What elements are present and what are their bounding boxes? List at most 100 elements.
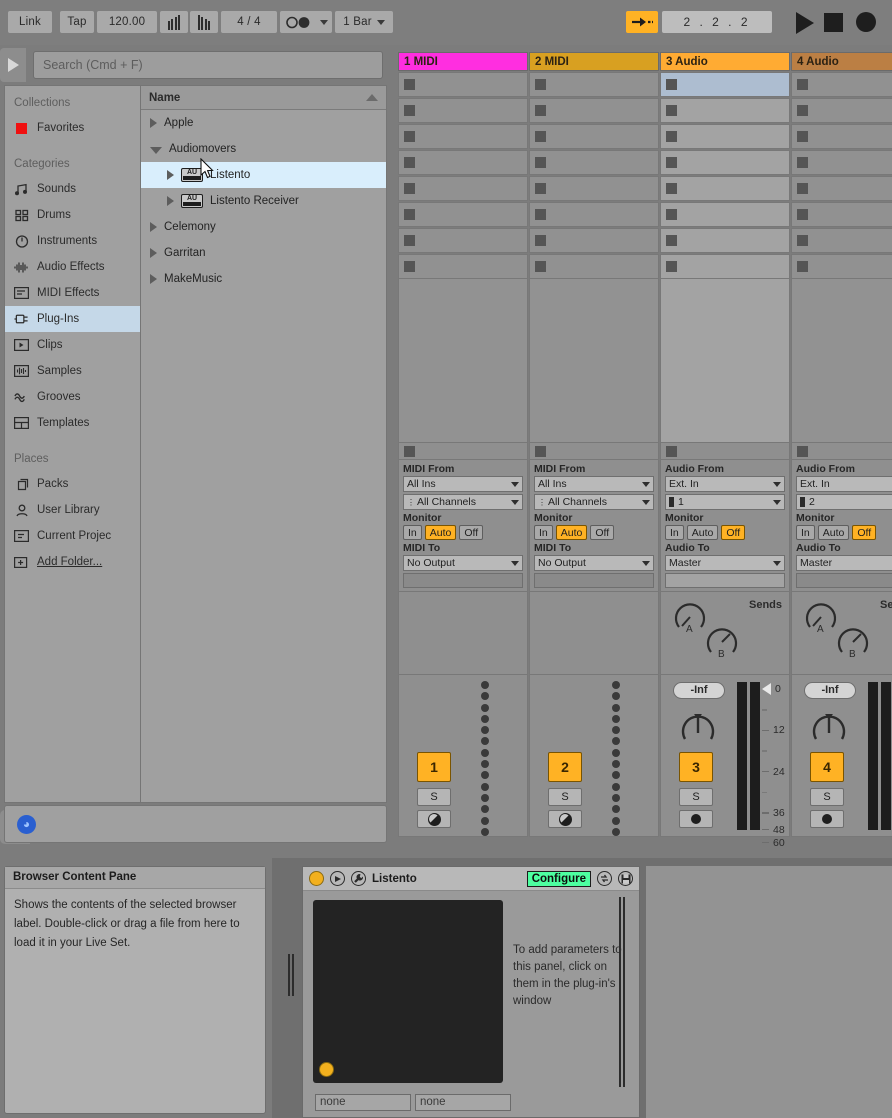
clip-slot[interactable]: [660, 124, 790, 149]
input-channel-select[interactable]: ⋮ All Channels: [403, 494, 523, 510]
stop-button[interactable]: [824, 13, 843, 32]
track-name-2[interactable]: 2 MIDI: [529, 52, 659, 71]
disclosure-triangle-icon[interactable]: [167, 196, 174, 206]
track-stop-button[interactable]: [398, 442, 528, 460]
monitor-auto-button[interactable]: Auto: [555, 525, 588, 540]
browser-toggle-button[interactable]: [0, 48, 26, 82]
clip-slot[interactable]: [529, 124, 659, 149]
clip-slot[interactable]: [398, 202, 528, 227]
clip-slot[interactable]: [660, 176, 790, 201]
track-activator-button[interactable]: 2: [548, 752, 582, 782]
monitor-in-button[interactable]: In: [534, 525, 553, 540]
output-type-select[interactable]: No Output: [534, 555, 654, 571]
monitor-auto-button[interactable]: Auto: [424, 525, 457, 540]
solo-button[interactable]: S: [679, 788, 713, 806]
clip-slot[interactable]: [791, 228, 892, 253]
clip-slot[interactable]: [529, 150, 659, 175]
sidebar-item-plug-ins[interactable]: Plug-Ins: [5, 306, 140, 332]
clip-slot[interactable]: [529, 72, 659, 97]
input-channel-select[interactable]: 1: [665, 494, 785, 510]
sidebar-item-samples[interactable]: Samples: [5, 358, 140, 384]
monitor-in-button[interactable]: In: [796, 525, 815, 540]
time-signature-field[interactable]: 4 / 4: [221, 11, 277, 33]
disclosure-triangle-icon[interactable]: [150, 248, 157, 258]
list-item[interactable]: MakeMusic: [141, 266, 386, 292]
track-activator-button[interactable]: 1: [417, 752, 451, 782]
sidebar-item-user-library[interactable]: User Library: [5, 497, 140, 523]
output-channel-select[interactable]: [665, 573, 785, 588]
send-a-knob[interactable]: A: [804, 600, 838, 634]
link-button[interactable]: Link: [8, 11, 52, 33]
input-channel-select[interactable]: ⋮ All Channels: [534, 494, 654, 510]
save-preset-icon[interactable]: [618, 871, 633, 886]
input-type-select[interactable]: Ext. In: [796, 476, 892, 492]
solo-button[interactable]: S: [417, 788, 451, 806]
clip-slot[interactable]: [529, 254, 659, 279]
monitor-in-button[interactable]: In: [665, 525, 684, 540]
clip-slot[interactable]: [791, 150, 892, 175]
arm-phase-icon[interactable]: [548, 810, 582, 828]
clip-slot[interactable]: [660, 202, 790, 227]
parameter-slot[interactable]: none: [415, 1094, 511, 1111]
monitor-off-button[interactable]: Off: [852, 525, 877, 540]
send-a-knob[interactable]: A: [673, 600, 707, 634]
track-stop-button[interactable]: [660, 442, 790, 460]
sidebar-item-audio-effects[interactable]: Audio Effects: [5, 254, 140, 280]
nudge-down-icon[interactable]: [160, 11, 188, 33]
list-item[interactable]: Apple: [141, 110, 386, 136]
sidebar-item-favorites[interactable]: Favorites: [5, 115, 140, 141]
output-channel-select[interactable]: [403, 573, 523, 588]
track-activator-button[interactable]: 4: [810, 752, 844, 782]
sidebar-item-templates[interactable]: Templates: [5, 410, 140, 436]
configure-button[interactable]: Configure: [526, 870, 591, 887]
list-item[interactable]: Garritan: [141, 240, 386, 266]
monitor-auto-button[interactable]: Auto: [817, 525, 850, 540]
clip-slot[interactable]: [660, 254, 790, 279]
clip-slot[interactable]: [791, 176, 892, 201]
solo-button[interactable]: S: [548, 788, 582, 806]
clip-slot[interactable]: [398, 150, 528, 175]
clip-slot[interactable]: [398, 72, 528, 97]
plugin-status-led-icon[interactable]: [319, 1062, 334, 1077]
track-name-1[interactable]: 1 MIDI: [398, 52, 528, 71]
pan-knob[interactable]: [808, 707, 850, 750]
output-type-select[interactable]: No Output: [403, 555, 523, 571]
disclosure-triangle-icon[interactable]: [150, 274, 157, 284]
sidebar-item-sounds[interactable]: Sounds: [5, 176, 140, 202]
arm-record-icon[interactable]: [679, 810, 713, 828]
clip-slot[interactable]: [791, 254, 892, 279]
search-input[interactable]: Search (Cmd + F): [33, 51, 383, 79]
clip-slot[interactable]: [660, 228, 790, 253]
tap-tempo-button[interactable]: Tap: [60, 11, 94, 33]
clip-slot[interactable]: [398, 254, 528, 279]
arm-record-icon[interactable]: [810, 810, 844, 828]
clip-slot[interactable]: [398, 176, 528, 201]
sidebar-item-add-folder[interactable]: Add Folder...: [5, 549, 140, 575]
record-button[interactable]: [856, 12, 876, 32]
metronome-button[interactable]: [280, 11, 332, 33]
device-power-led-icon[interactable]: [309, 871, 324, 886]
track-stop-button[interactable]: [529, 442, 659, 460]
track-name-4[interactable]: 4 Audio: [791, 52, 892, 71]
input-type-select[interactable]: All Ins: [534, 476, 654, 492]
volume-value[interactable]: -Inf: [804, 682, 856, 699]
list-item[interactable]: AU Listento Receiver: [141, 188, 386, 214]
clip-slot[interactable]: [398, 228, 528, 253]
monitor-off-button[interactable]: Off: [590, 525, 615, 540]
list-item[interactable]: Celemony: [141, 214, 386, 240]
sidebar-item-clips[interactable]: Clips: [5, 332, 140, 358]
clip-slot[interactable]: [398, 124, 528, 149]
list-item[interactable]: AU Listento: [141, 162, 386, 188]
content-column-header[interactable]: Name: [141, 86, 386, 110]
output-channel-select[interactable]: [796, 573, 892, 588]
sidebar-item-midi-effects[interactable]: MIDI Effects: [5, 280, 140, 306]
track-stop-button[interactable]: [791, 442, 892, 460]
quantization-select[interactable]: 1 Bar: [335, 11, 393, 33]
device-wrench-icon[interactable]: [351, 871, 366, 886]
volume-value[interactable]: -Inf: [673, 682, 725, 699]
hot-swap-icon[interactable]: [597, 871, 612, 886]
sidebar-item-packs[interactable]: Packs: [5, 471, 140, 497]
disclosure-triangle-icon[interactable]: [150, 147, 162, 154]
track-activator-button[interactable]: 3: [679, 752, 713, 782]
device-play-icon[interactable]: [330, 871, 345, 886]
